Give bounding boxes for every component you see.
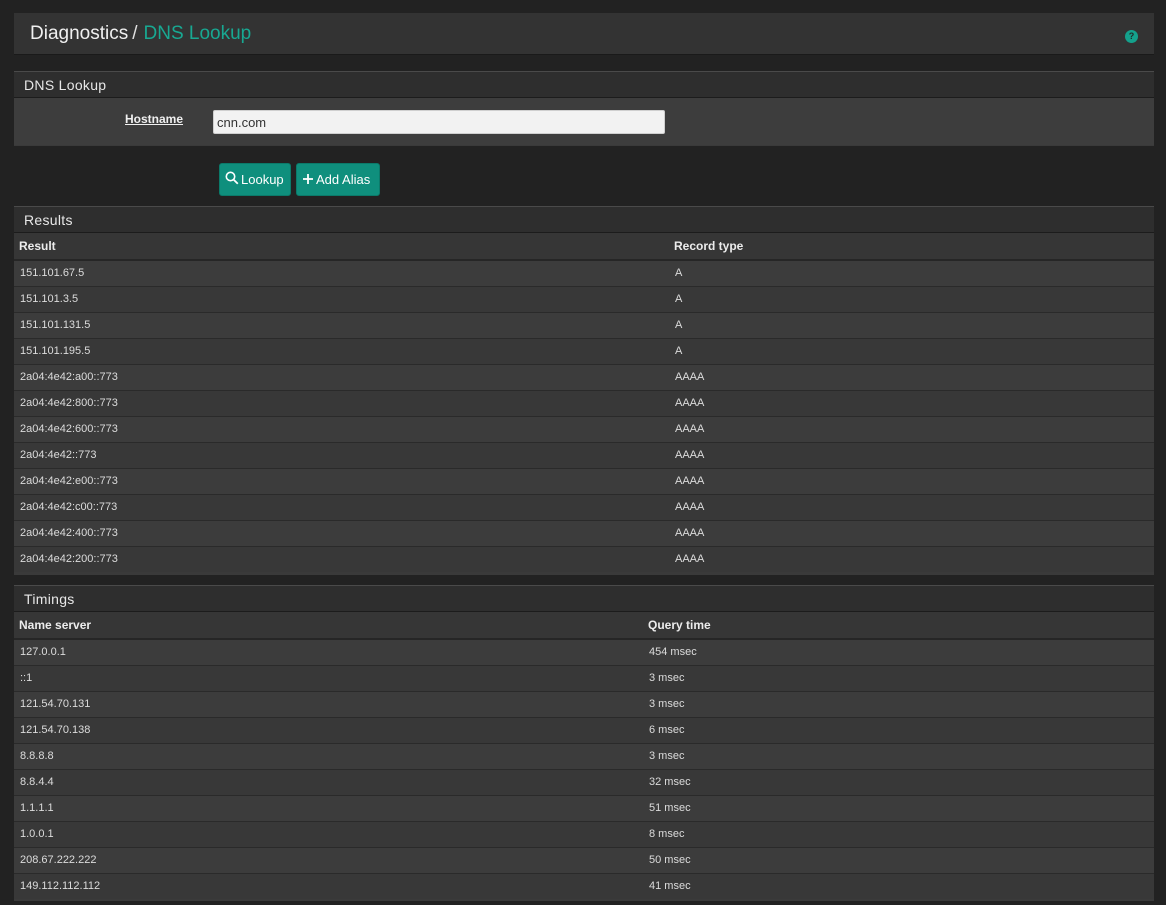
table-cell-result: 2a04:4e42:c00::773 bbox=[14, 493, 669, 520]
table-row: 8.8.4.4 32 msec bbox=[14, 768, 1154, 795]
table-cell-result: 151.101.67.5 bbox=[14, 259, 669, 286]
breadcrumb-parent[interactable]: Diagnostics bbox=[30, 23, 128, 44]
table-row: 2a04:4e42::773 AAAA bbox=[14, 441, 1154, 468]
panel-title: DNS Lookup bbox=[14, 71, 1154, 98]
table-cell-type: A bbox=[669, 311, 1154, 338]
table-cell-server: 8.8.4.4 bbox=[14, 768, 643, 795]
table-cell-type: AAAA bbox=[669, 441, 1154, 468]
column-header-result: Result bbox=[14, 233, 669, 261]
table-row: 127.0.0.1 454 msec bbox=[14, 638, 1154, 665]
results-table: Result Record type 151.101.67.5 A 151.101.… bbox=[14, 233, 1154, 572]
breadcrumb: Diagnostics / DNS Lookup bbox=[30, 23, 251, 45]
table-cell-result: 2a04:4e42:400::773 bbox=[14, 519, 669, 546]
table-row: 2a04:4e42:800::773 AAAA bbox=[14, 389, 1154, 416]
table-cell-type: A bbox=[669, 285, 1154, 312]
table-cell-time: 41 msec bbox=[643, 872, 1154, 899]
table-row: 2a04:4e42:200::773 AAAA bbox=[14, 545, 1154, 572]
timings-panel: Timings Name server Query time 127.0.0.1… bbox=[14, 585, 1154, 901]
results-panel: Results Result Record type 151.101.67.5 A… bbox=[14, 206, 1154, 575]
table-cell-time: 3 msec bbox=[643, 690, 1154, 717]
table-row: 121.54.70.138 6 msec bbox=[14, 716, 1154, 743]
table-cell-server: 121.54.70.138 bbox=[14, 716, 643, 743]
table-cell-time: 3 msec bbox=[643, 742, 1154, 769]
table-row: 2a04:4e42:c00::773 AAAA bbox=[14, 493, 1154, 520]
table-row: 151.101.3.5 A bbox=[14, 285, 1154, 312]
table-cell-time: 6 msec bbox=[643, 716, 1154, 743]
table-cell-type: AAAA bbox=[669, 415, 1154, 442]
timings-table: Name server Query time 127.0.0.1 454 msec… bbox=[14, 612, 1154, 899]
table-cell-time: 8 msec bbox=[643, 820, 1154, 847]
table-row: 151.101.67.5 A bbox=[14, 259, 1154, 286]
table-row: 2a04:4e42:e00::773 AAAA bbox=[14, 467, 1154, 494]
breadcrumb-current[interactable]: DNS Lookup bbox=[144, 23, 252, 44]
table-row: 121.54.70.131 3 msec bbox=[14, 690, 1154, 717]
column-header-name-server: Name server bbox=[14, 612, 643, 640]
hostname-label: Hostname bbox=[125, 112, 184, 126]
table-cell-server: 208.67.222.222 bbox=[14, 846, 643, 873]
panel-title: Results bbox=[14, 206, 1154, 233]
table-cell-server: 8.8.8.8 bbox=[14, 742, 643, 769]
table-cell-time: 454 msec bbox=[643, 638, 1154, 665]
table-row: 149.112.112.112 41 msec bbox=[14, 872, 1154, 899]
table-cell-result: 2a04:4e42:600::773 bbox=[14, 415, 669, 442]
table-cell-result: 151.101.131.5 bbox=[14, 311, 669, 338]
table-row: 2a04:4e42:400::773 AAAA bbox=[14, 519, 1154, 546]
table-row: ::1 3 msec bbox=[14, 664, 1154, 691]
table-row: 1.0.0.1 8 msec bbox=[14, 820, 1154, 847]
table-cell-server: 149.112.112.112 bbox=[14, 872, 643, 899]
column-header-record-type: Record type bbox=[669, 233, 1154, 261]
table-row: 2a04:4e42:a00::773 AAAA bbox=[14, 363, 1154, 390]
table-cell-time: 50 msec bbox=[643, 846, 1154, 873]
lookup-button[interactable]: Lookup bbox=[219, 163, 291, 196]
table-row: 151.101.131.5 A bbox=[14, 311, 1154, 338]
page-header: Diagnostics / DNS Lookup ? bbox=[14, 13, 1154, 55]
hostname-input[interactable] bbox=[213, 110, 665, 134]
table-cell-result: 2a04:4e42::773 bbox=[14, 441, 669, 468]
add-alias-button-label: Add Alias bbox=[316, 172, 371, 187]
breadcrumb-separator: / bbox=[132, 23, 138, 44]
table-cell-type: A bbox=[669, 337, 1154, 364]
help-icon[interactable]: ? bbox=[1125, 30, 1138, 43]
table-cell-result: 151.101.3.5 bbox=[14, 285, 669, 312]
table-cell-time: 3 msec bbox=[643, 664, 1154, 691]
table-cell-type: AAAA bbox=[669, 363, 1154, 390]
table-row: 151.101.195.5 A bbox=[14, 337, 1154, 364]
table-cell-type: AAAA bbox=[669, 467, 1154, 494]
table-cell-type: AAAA bbox=[669, 493, 1154, 520]
lookup-button-label: Lookup bbox=[241, 172, 284, 187]
table-cell-server: 121.54.70.131 bbox=[14, 690, 643, 717]
table-cell-type: AAAA bbox=[669, 519, 1154, 546]
table-row: 208.67.222.222 50 msec bbox=[14, 846, 1154, 873]
table-cell-type: A bbox=[669, 259, 1154, 286]
table-cell-result: 151.101.195.5 bbox=[14, 337, 669, 364]
table-row: 2a04:4e42:600::773 AAAA bbox=[14, 415, 1154, 442]
plus-icon bbox=[302, 165, 314, 196]
column-header-query-time: Query time bbox=[643, 612, 1154, 640]
lookup-form: Hostname bbox=[14, 98, 1154, 145]
table-row: 1.1.1.1 51 msec bbox=[14, 794, 1154, 821]
table-cell-type: AAAA bbox=[669, 545, 1154, 572]
panel-title: Timings bbox=[14, 585, 1154, 612]
table-cell-type: AAAA bbox=[669, 389, 1154, 416]
table-cell-server: ::1 bbox=[14, 664, 643, 691]
table-cell-result: 2a04:4e42:e00::773 bbox=[14, 467, 669, 494]
table-cell-time: 32 msec bbox=[643, 768, 1154, 795]
add-alias-button[interactable]: Add Alias bbox=[296, 163, 380, 196]
dns-lookup-panel: DNS Lookup Hostname bbox=[14, 71, 1154, 146]
table-cell-result: 2a04:4e42:a00::773 bbox=[14, 363, 669, 390]
table-cell-server: 127.0.0.1 bbox=[14, 638, 643, 665]
table-cell-result: 2a04:4e42:200::773 bbox=[14, 545, 669, 572]
table-row: 8.8.8.8 3 msec bbox=[14, 742, 1154, 769]
table-cell-time: 51 msec bbox=[643, 794, 1154, 821]
table-cell-server: 1.1.1.1 bbox=[14, 794, 643, 821]
table-cell-server: 1.0.0.1 bbox=[14, 820, 643, 847]
search-icon bbox=[225, 165, 239, 196]
table-cell-result: 2a04:4e42:800::773 bbox=[14, 389, 669, 416]
